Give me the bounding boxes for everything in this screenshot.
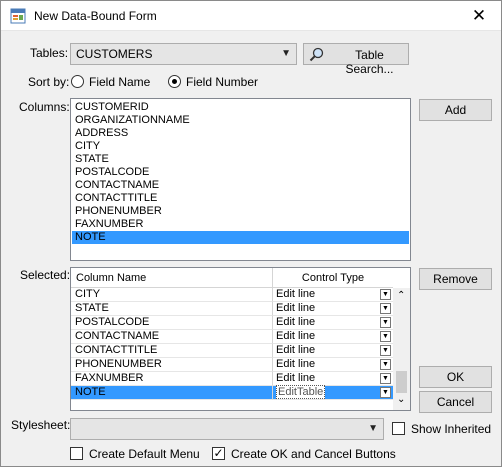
column-name-cell[interactable]: NOTE (71, 386, 273, 400)
chevron-down-icon: ▼ (368, 423, 378, 434)
sort-field-name-radio[interactable] (71, 75, 84, 88)
list-item[interactable]: CONTACTNAME (72, 179, 409, 192)
columns-listbox[interactable]: CUSTOMERID ORGANIZATIONNAME ADDRESS CITY… (70, 98, 411, 261)
title-bar: New Data-Bound Form ✕ (1, 1, 501, 31)
add-button[interactable]: Add (419, 99, 492, 121)
sort-field-name-label: Field Name (89, 75, 151, 89)
list-item[interactable]: POSTALCODE (72, 166, 409, 179)
remove-button[interactable]: Remove (419, 268, 492, 290)
sort-field-number-radio[interactable] (168, 75, 181, 88)
control-type-cell[interactable]: Edit line (273, 288, 393, 302)
form-icon (10, 8, 26, 24)
create-ok-cancel-checkbox[interactable]: ✓ (212, 447, 225, 460)
columns-label: Columns: (19, 100, 70, 114)
column-name-cell[interactable]: CONTACTNAME (71, 330, 273, 344)
dialog-window: New Data-Bound Form ✕ Tables: CUSTOMERS … (0, 0, 502, 467)
table-search-label: Table Search... (345, 48, 394, 76)
column-name-cell[interactable]: STATE (71, 302, 273, 316)
list-item[interactable]: STATE (72, 153, 409, 166)
control-type-cell[interactable]: Edit line (273, 316, 393, 330)
list-item[interactable]: ADDRESS (72, 127, 409, 140)
selected-grid[interactable]: Column Name Control Type CITY Edit line … (70, 267, 411, 411)
list-item[interactable]: PHONENUMBER (72, 205, 409, 218)
stylesheet-label: Stylesheet: (11, 418, 71, 432)
cancel-button[interactable]: Cancel (419, 391, 492, 413)
close-button[interactable]: ✕ (461, 3, 497, 29)
close-icon: ✕ (471, 6, 487, 25)
table-search-button[interactable]: Table Search... (303, 43, 409, 76)
chevron-down-icon[interactable]: ▼ (380, 359, 391, 370)
table-row[interactable]: FAXNUMBER Edit line ▼ (71, 372, 393, 386)
column-name-cell[interactable]: CITY (71, 288, 273, 302)
table-row-selected[interactable]: NOTE EditTable ▼ (71, 385, 393, 400)
create-ok-cancel-label: Create OK and Cancel Buttons (231, 447, 396, 461)
scrollbar-thumb[interactable] (396, 371, 407, 393)
control-type-cell[interactable]: Edit line (273, 372, 393, 386)
table-row[interactable]: POSTALCODE Edit line ▼ (71, 316, 393, 330)
chevron-down-icon[interactable]: ▼ (380, 317, 391, 328)
create-default-menu-label: Create Default Menu (89, 447, 200, 461)
window-title: New Data-Bound Form (34, 9, 157, 23)
control-type-cell[interactable]: Edit line (273, 344, 393, 358)
list-item-selected[interactable]: NOTE (72, 231, 409, 244)
control-type-cell[interactable]: Edit line (273, 330, 393, 344)
list-item[interactable]: FAXNUMBER (72, 218, 409, 231)
sort-field-number-label: Field Number (186, 75, 259, 89)
list-item[interactable]: CITY (72, 140, 409, 153)
chevron-down-icon[interactable]: ▼ (380, 373, 391, 384)
column-name-cell[interactable]: CONTACTTITLE (71, 344, 273, 358)
table-row[interactable]: CONTACTTITLE Edit line ▼ (71, 344, 393, 358)
control-type-cell[interactable]: EditTable (273, 385, 393, 400)
list-item[interactable]: CONTACTTITLE (72, 192, 409, 205)
grid-scrollbar[interactable]: ⌃ ⌄ (393, 288, 410, 410)
column-name-cell[interactable]: FAXNUMBER (71, 372, 273, 386)
sort-by-label: Sort by: (28, 75, 70, 89)
tables-dropdown-value: CUSTOMERS (76, 47, 153, 61)
chevron-up-icon[interactable]: ⌃ (397, 290, 405, 301)
chevron-down-icon[interactable]: ▼ (380, 345, 391, 356)
column-name-header[interactable]: Column Name (71, 268, 273, 288)
control-type-cell[interactable]: Edit line (273, 358, 393, 372)
create-default-menu-checkbox[interactable] (70, 447, 83, 460)
column-name-cell[interactable]: PHONENUMBER (71, 358, 273, 372)
column-name-cell[interactable]: POSTALCODE (71, 316, 273, 330)
table-row[interactable]: STATE Edit line ▼ (71, 302, 393, 316)
show-inherited-label: Show Inherited (411, 422, 492, 436)
tables-label: Tables: (30, 46, 69, 60)
stylesheet-dropdown[interactable]: ▼ (70, 418, 384, 440)
table-row[interactable]: CITY Edit line ▼ (71, 288, 393, 302)
chevron-down-icon: ▼ (281, 48, 291, 59)
tables-dropdown[interactable]: CUSTOMERS ▼ (70, 43, 297, 65)
ok-button[interactable]: OK (419, 366, 492, 388)
search-icon (309, 47, 324, 62)
chevron-down-icon[interactable]: ▼ (380, 303, 391, 314)
control-type-cell[interactable]: Edit line (273, 302, 393, 316)
selected-label: Selected: (20, 268, 71, 282)
show-inherited-checkbox[interactable] (392, 422, 405, 435)
list-item[interactable]: CUSTOMERID (72, 101, 409, 114)
chevron-down-icon[interactable]: ▼ (380, 289, 391, 300)
table-row[interactable]: CONTACTNAME Edit line ▼ (71, 330, 393, 344)
chevron-down-icon[interactable]: ▼ (380, 331, 391, 342)
chevron-down-icon[interactable]: ▼ (380, 387, 391, 398)
table-row[interactable]: PHONENUMBER Edit line ▼ (71, 358, 393, 372)
control-type-value[interactable]: EditTable (276, 385, 326, 399)
list-item[interactable]: ORGANIZATIONNAME (72, 114, 409, 127)
control-type-header[interactable]: Control Type (273, 268, 393, 288)
chevron-down-icon[interactable]: ⌄ (397, 394, 405, 405)
